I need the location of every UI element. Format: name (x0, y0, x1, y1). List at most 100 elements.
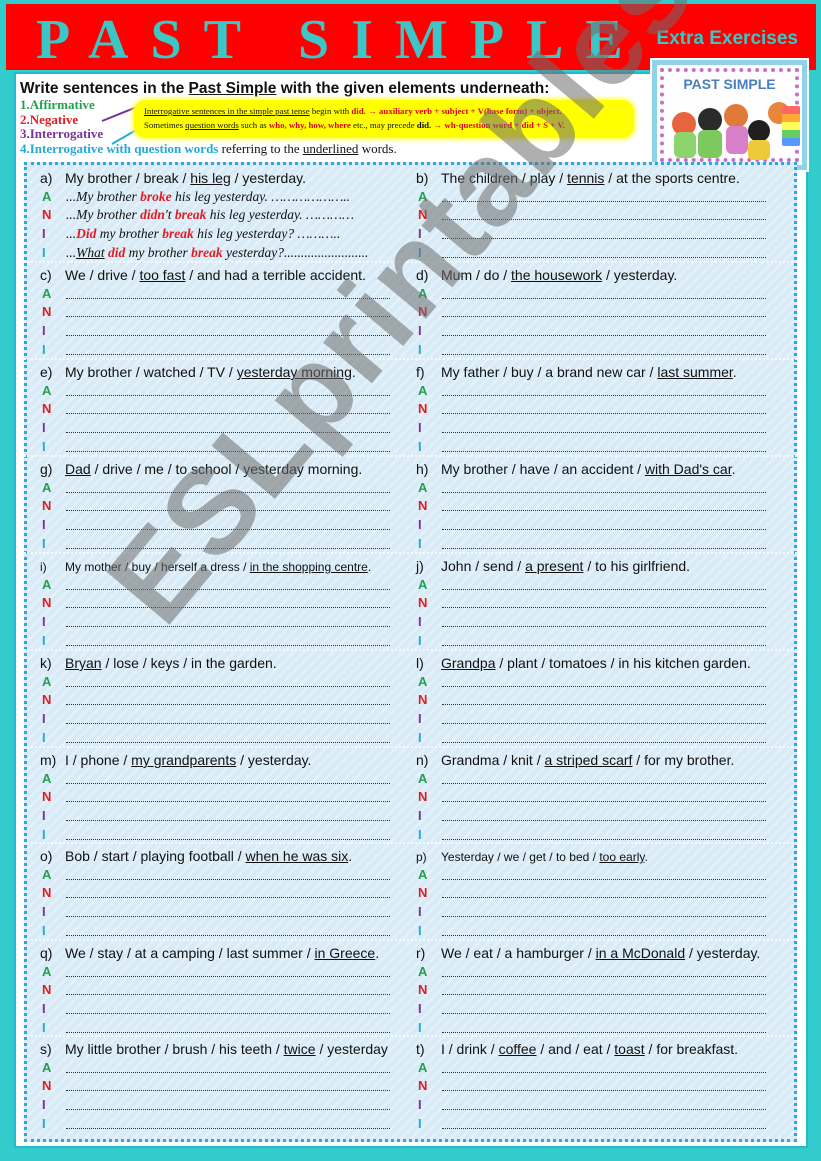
answer-line-wh-question[interactable] (66, 645, 390, 646)
answer-line-interrogative[interactable] (442, 723, 766, 724)
answer-line-negative[interactable] (66, 1090, 390, 1091)
answer-line-negative[interactable] (66, 510, 390, 511)
answer-line-interrogative[interactable] (66, 1013, 390, 1014)
answer-line-negative[interactable] (66, 607, 390, 608)
answer-line-affirmative[interactable] (66, 1072, 390, 1073)
answer-text: my brother (125, 245, 192, 260)
example-answer: ...Did my brother break his leg yesterda… (66, 226, 340, 242)
answer-line-wh-question[interactable] (442, 354, 766, 355)
answer-line-interrogative[interactable] (442, 1013, 766, 1014)
answer-line-affirmative[interactable] (442, 783, 766, 784)
answer-line-affirmative[interactable] (442, 492, 766, 493)
answer-line-wh-question[interactable] (442, 742, 766, 743)
label-interrogative: I (418, 904, 422, 919)
answer-line-affirmative[interactable] (442, 201, 766, 202)
answer-line-interrogative[interactable] (442, 626, 766, 627)
answer-line-interrogative[interactable] (442, 916, 766, 917)
answer-line-wh-question[interactable] (66, 354, 390, 355)
answer-line-negative[interactable] (442, 510, 766, 511)
label-interrogative: I (418, 711, 422, 726)
answer-line-negative[interactable] (66, 316, 390, 317)
answer-line-wh-question[interactable] (66, 742, 390, 743)
answer-line-affirmative[interactable] (66, 589, 390, 590)
answer-row-negative: N (40, 401, 400, 419)
answer-line-wh-question[interactable] (66, 935, 390, 936)
answer-line-interrogative[interactable] (442, 1109, 766, 1110)
answer-line-affirmative[interactable] (66, 492, 390, 493)
label-interrogative: I (42, 808, 46, 823)
answer-line-affirmative[interactable] (442, 298, 766, 299)
answer-line-affirmative[interactable] (442, 589, 766, 590)
answer-line-affirmative[interactable] (442, 395, 766, 396)
answer-line-wh-question[interactable] (66, 1032, 390, 1033)
answer-line-negative[interactable] (442, 704, 766, 705)
answer-line-affirmative[interactable] (66, 395, 390, 396)
answer-line-negative[interactable] (66, 413, 390, 414)
answer-line-affirmative[interactable] (442, 686, 766, 687)
answer-line-negative[interactable] (442, 219, 766, 220)
answer-line-interrogative[interactable] (442, 432, 766, 433)
answer-line-affirmative[interactable] (66, 686, 390, 687)
label-negative: N (418, 304, 428, 319)
answer-line-affirmative[interactable] (442, 976, 766, 977)
exercise-letter: i) (40, 560, 47, 574)
label-negative: N (42, 304, 52, 319)
answer-line-affirmative[interactable] (66, 976, 390, 977)
prompt-underlined: Grandpa (441, 655, 496, 671)
answer-row-interrogative: I (416, 1001, 776, 1019)
answer-line-negative[interactable] (442, 316, 766, 317)
answer-line-wh-question[interactable] (442, 645, 766, 646)
answer-line-wh-question[interactable] (442, 935, 766, 936)
label-wh-question: I (418, 730, 422, 745)
answer-line-negative[interactable] (442, 1090, 766, 1091)
answer-line-wh-question[interactable] (442, 548, 766, 549)
note-text: such as (238, 120, 269, 130)
answer-line-interrogative[interactable] (66, 916, 390, 917)
exercise-letter: r) (416, 945, 426, 961)
answer-line-interrogative[interactable] (66, 335, 390, 336)
answer-line-interrogative[interactable] (442, 529, 766, 530)
label-interrogative: I (418, 1097, 422, 1112)
answer-line-interrogative[interactable] (66, 820, 390, 821)
answer-line-wh-question[interactable] (66, 451, 390, 452)
answer-line-negative[interactable] (66, 801, 390, 802)
answer-line-wh-question[interactable] (442, 1032, 766, 1033)
answer-line-wh-question[interactable] (66, 548, 390, 549)
answer-line-affirmative[interactable] (66, 783, 390, 784)
answer-line-negative[interactable] (442, 994, 766, 995)
prompt-text: The children / play / (441, 170, 568, 186)
answer-row-interrogative: I (416, 904, 776, 922)
answer-line-affirmative[interactable] (66, 298, 390, 299)
answer-line-negative[interactable] (66, 994, 390, 995)
answer-line-interrogative[interactable] (66, 626, 390, 627)
answer-line-wh-question[interactable] (442, 839, 766, 840)
prompt-text: I / phone / (65, 752, 132, 768)
answer-line-interrogative[interactable] (66, 723, 390, 724)
answer-line-affirmative[interactable] (442, 879, 766, 880)
answer-line-negative[interactable] (66, 704, 390, 705)
answer-line-wh-question[interactable] (66, 839, 390, 840)
answer-line-wh-question[interactable] (66, 1128, 390, 1129)
answer-line-affirmative[interactable] (66, 879, 390, 880)
answer-line-affirmative[interactable] (442, 1072, 766, 1073)
answer-line-wh-question[interactable] (442, 451, 766, 452)
answer-line-interrogative[interactable] (442, 820, 766, 821)
answer-line-negative[interactable] (442, 801, 766, 802)
answer-line-negative[interactable] (442, 413, 766, 414)
exercise-prompt: n) Grandma / knit / a striped scarf / for… (416, 752, 734, 768)
answer-line-interrogative[interactable] (66, 529, 390, 530)
answer-line-negative[interactable] (66, 897, 390, 898)
prompt-text: Bob / start / playing football / (65, 848, 246, 864)
prompt-text: . (348, 848, 353, 864)
label-interrogative: I (418, 1001, 422, 1016)
answer-line-interrogative[interactable] (66, 1109, 390, 1110)
answer-line-interrogative[interactable] (66, 432, 390, 433)
answer-line-negative[interactable] (442, 897, 766, 898)
answer-line-interrogative[interactable] (442, 238, 766, 239)
answer-row-wh-question: I (40, 536, 400, 554)
answer-line-interrogative[interactable] (442, 335, 766, 336)
answer-line-wh-question[interactable] (442, 257, 766, 258)
legend-interrogative: 3.Interrogative (20, 126, 104, 141)
answer-line-negative[interactable] (442, 607, 766, 608)
answer-line-wh-question[interactable] (442, 1128, 766, 1129)
